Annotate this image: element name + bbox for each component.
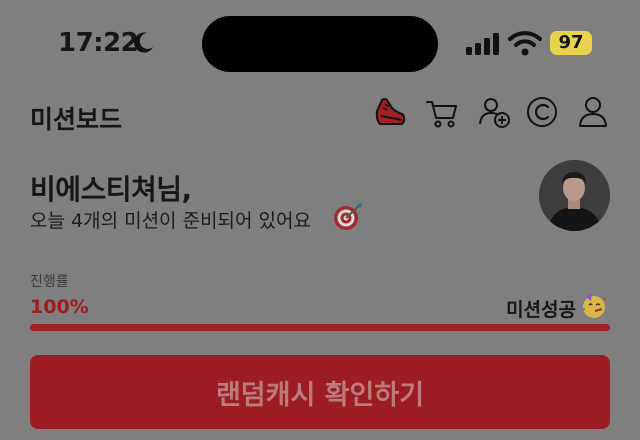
wifi-icon	[508, 31, 542, 56]
signal-icon	[466, 33, 499, 55]
progress-bar	[30, 324, 610, 331]
target-icon	[334, 203, 362, 230]
mission-status: 미션성공	[506, 299, 576, 321]
random-cash-button[interactable]: 랜덤캐시 확인하기	[30, 355, 610, 429]
avatar-image	[539, 160, 610, 231]
progress-fill	[30, 324, 610, 331]
status-time: 17:22	[58, 28, 139, 58]
progress-value: 100%	[30, 296, 89, 318]
cart-icon[interactable]	[424, 94, 460, 130]
profile-icon[interactable]	[575, 94, 611, 130]
avatar[interactable]	[539, 160, 610, 231]
party-face-icon	[582, 293, 607, 318]
app-header: 미션보드	[0, 88, 640, 142]
status-bar: 17:22 97	[0, 0, 640, 88]
shoe-icon[interactable]	[372, 94, 408, 130]
battery-icon: 97	[550, 31, 592, 55]
greeting-subtitle: 오늘 4개의 미션이 준비되어 있어요	[30, 210, 311, 232]
moon-icon	[134, 32, 153, 53]
add-friend-icon[interactable]	[476, 94, 512, 130]
page-title: 미션보드	[30, 105, 123, 134]
dynamic-island	[202, 16, 438, 72]
greeting-name: 비에스티쳐님,	[30, 173, 192, 206]
cash-icon[interactable]	[524, 94, 560, 130]
progress-label: 진행률	[30, 274, 69, 290]
